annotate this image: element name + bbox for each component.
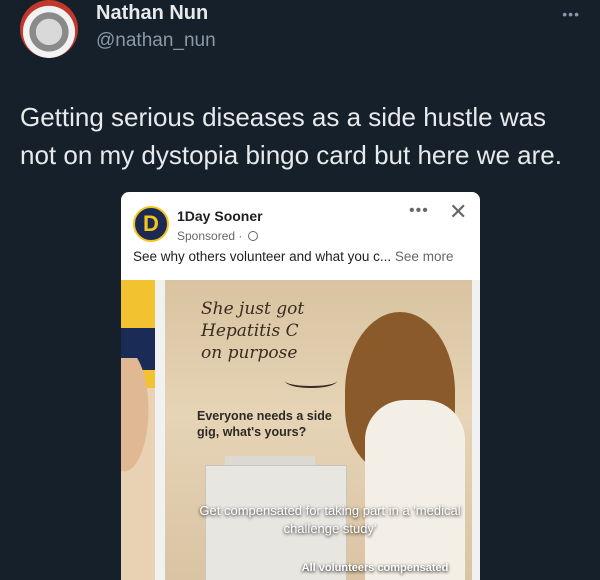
man-figure — [121, 358, 155, 488]
see-more-link[interactable]: See more — [395, 249, 454, 264]
ad-description: See why others volunteer and what you c.… — [133, 249, 453, 264]
more-options-icon[interactable]: ••• — [562, 6, 580, 22]
carousel-main-image[interactable]: She just got Hepatitis C on purpose Ever… — [165, 280, 472, 580]
ad-description-text: See why others volunteer and what you c.… — [133, 249, 392, 264]
sponsored-label: Sponsored · — [177, 229, 258, 243]
author-handle[interactable]: @nathan_nun — [96, 30, 216, 52]
tweet-text: Getting serious diseases as a side hustl… — [20, 102, 562, 170]
compensated-caption: Get compensated for taking part in a 'me… — [199, 503, 461, 536]
woman-figure — [365, 400, 465, 580]
advertiser-name[interactable]: 1Day Sooner — [177, 208, 263, 224]
ad-more-options-icon[interactable]: ••• — [409, 202, 429, 220]
handwritten-headline: She just got Hepatitis C on purpose — [201, 299, 305, 363]
globe-icon — [247, 231, 258, 241]
ad-card[interactable]: D 1Day Sooner Sponsored · ••• ✕ See why … — [121, 192, 480, 580]
volunteers-caption: All volunteers compensated — [301, 562, 449, 574]
avatar[interactable] — [20, 0, 78, 58]
sponsored-text: Sponsored · — [177, 229, 243, 243]
author-name[interactable]: Nathan Nun — [96, 2, 208, 25]
ad-image[interactable]: She just got Hepatitis C on purpose Ever… — [121, 280, 480, 580]
arrow-icon — [285, 374, 337, 388]
side-gig-text: Everyone needs a side gig, what's yours? — [197, 409, 332, 439]
advertiser-logo[interactable]: D — [133, 206, 169, 242]
close-icon[interactable]: ✕ — [449, 199, 467, 225]
tweet-header: Nathan Nun @nathan_nun ••• — [18, 0, 588, 62]
